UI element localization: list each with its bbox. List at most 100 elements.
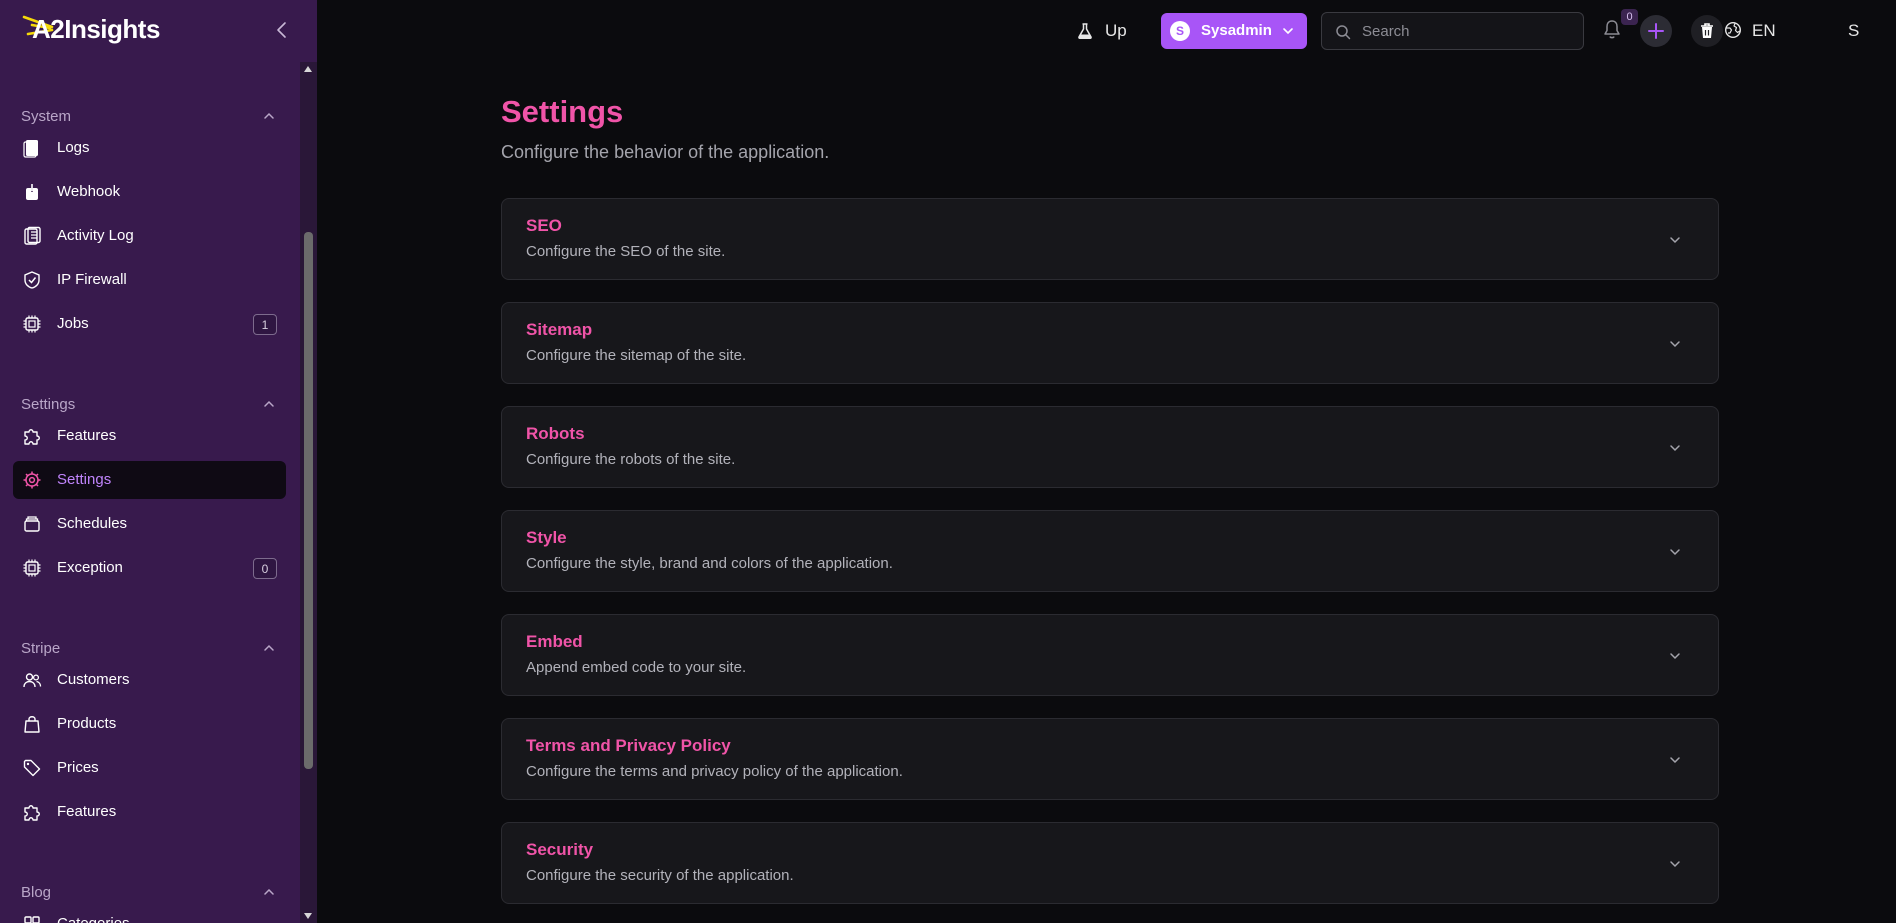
count-badge: 0	[253, 558, 277, 579]
sidebar-item-features[interactable]: Features	[13, 417, 286, 455]
sidebar-item-label: Categories	[57, 915, 130, 923]
group-label: System	[21, 107, 72, 125]
chevron-down-icon	[1670, 237, 1680, 244]
settings-section-embed[interactable]: Embed Append embed code to your site.	[501, 614, 1719, 696]
flask-icon	[1078, 23, 1092, 40]
sidebar-item-label: Logs	[57, 139, 90, 156]
plus-icon	[1648, 23, 1664, 39]
sidebar-item-label: Jobs	[57, 315, 89, 332]
settings-section-terms-privacy[interactable]: Terms and Privacy Policy Configure the t…	[501, 718, 1719, 800]
sidebar-item-label: Schedules	[57, 515, 128, 532]
sidebar-item-activity-log[interactable]: Activity Log	[13, 217, 286, 255]
settings-section-robots[interactable]: Robots Configure the robots of the site.	[501, 406, 1719, 488]
section-title: SEO	[526, 216, 562, 235]
chevron-down-icon	[1670, 549, 1680, 556]
sidebar-scrollbar[interactable]	[300, 62, 317, 923]
up-button[interactable]: Up	[1076, 0, 1127, 62]
group-header-stripe[interactable]: Stripe	[21, 636, 276, 660]
profile-avatar[interactable]: S	[1848, 21, 1859, 41]
sidebar-item-customers[interactable]: Customers	[13, 661, 286, 699]
grid-icon	[24, 916, 40, 923]
sidebar-item-label: Prices	[57, 759, 99, 776]
section-description: Configure the security of the applicatio…	[526, 867, 794, 884]
section-description: Configure the SEO of the site.	[526, 243, 726, 260]
shield-check-icon	[24, 271, 40, 289]
sidebar-item-categories[interactable]: Categories	[13, 905, 286, 923]
sidebar-item-exception[interactable]: Exception 0	[13, 549, 286, 587]
group-header-settings[interactable]: Settings	[21, 392, 276, 416]
bell-icon[interactable]	[1602, 19, 1622, 41]
sidebar-item-label: Settings	[57, 471, 112, 488]
notification-count-badge: 0	[1621, 9, 1638, 25]
cpu-chip-icon	[23, 559, 41, 577]
sidebar-item-label: Features	[57, 803, 117, 820]
search-box[interactable]	[1321, 12, 1584, 50]
puzzle-icon	[24, 429, 40, 445]
sidebar-item-webhook[interactable]: Webhook	[13, 173, 286, 211]
section-description: Configure the style, brand and colors of…	[526, 555, 893, 572]
section-title: Embed	[526, 632, 583, 651]
puzzle-icon	[24, 805, 40, 821]
chevron-down-icon	[1670, 341, 1680, 348]
group-header-system[interactable]: System	[21, 104, 276, 128]
sidebar-item-products[interactable]: Products	[13, 705, 286, 743]
sidebar-item-label: Customers	[57, 671, 130, 688]
section-description: Configure the robots of the site.	[526, 451, 736, 468]
chevron-up-icon	[264, 888, 274, 895]
chevron-up-icon	[264, 644, 274, 651]
sidebar-item-ip-firewall[interactable]: IP Firewall	[13, 261, 286, 299]
chevron-down-icon	[1670, 445, 1680, 452]
section-title: Security	[526, 840, 594, 859]
scroll-down-icon[interactable]	[304, 913, 312, 919]
group-label: Blog	[21, 883, 52, 901]
group-label: Settings	[21, 395, 76, 413]
sidebar-item-logs[interactable]: Logs	[13, 129, 286, 167]
section-title: Sitemap	[526, 320, 593, 339]
sidebar-item-stripe-features[interactable]: Features	[13, 793, 286, 831]
brand: A2Insights	[0, 0, 317, 60]
sidebar: A2Insights System Logs Webhook Activity …	[0, 0, 317, 923]
chevron-down-icon	[1670, 653, 1680, 660]
tag-icon	[23, 759, 41, 777]
add-button[interactable]	[1640, 15, 1672, 47]
sidebar-item-label: Activity Log	[57, 227, 134, 244]
webhook-icon	[26, 183, 38, 200]
search-input[interactable]	[1362, 21, 1572, 41]
section-description: Append embed code to your site.	[526, 659, 747, 676]
page-title: Settings	[501, 94, 624, 129]
scrollbar-thumb[interactable]	[304, 232, 313, 769]
brand-name: A2Insights	[32, 14, 160, 44]
sidebar-item-label: Webhook	[57, 183, 121, 200]
sidebar-nav: System Logs Webhook Activity Log IP Fire…	[0, 62, 300, 923]
search-icon	[1336, 25, 1351, 40]
chevron-down-icon	[1670, 861, 1680, 868]
sidebar-item-label: Exception	[57, 559, 123, 576]
scroll-up-icon[interactable]	[304, 66, 312, 72]
chevron-up-icon	[264, 112, 274, 119]
sidebar-item-jobs[interactable]: Jobs 1	[13, 305, 286, 343]
section-title: Terms and Privacy Policy	[526, 736, 731, 755]
group-header-blog[interactable]: Blog	[21, 880, 276, 904]
language-label: EN	[1752, 21, 1776, 40]
user-menu-button[interactable]: S Sysadmin	[1161, 13, 1307, 49]
clipboard-list-icon	[24, 226, 41, 245]
settings-section-seo[interactable]: SEO Configure the SEO of the site.	[501, 198, 1719, 280]
sidebar-item-label: IP Firewall	[57, 271, 127, 288]
trash-button[interactable]	[1691, 15, 1723, 47]
settings-section-security[interactable]: Security Configure the security of the a…	[501, 822, 1719, 904]
up-label: Up	[1105, 21, 1127, 40]
sidebar-item-settings[interactable]: Settings	[13, 461, 286, 499]
sidebar-item-schedules[interactable]: Schedules	[13, 505, 286, 543]
shopping-bag-icon	[24, 716, 40, 733]
section-title: Robots	[526, 424, 585, 443]
settings-section-style[interactable]: Style Configure the style, brand and col…	[501, 510, 1719, 592]
chevron-down-icon	[1283, 28, 1293, 35]
page-subtitle: Configure the behavior of the applicatio…	[501, 142, 830, 162]
sidebar-item-prices[interactable]: Prices	[13, 749, 286, 787]
collapse-sidebar-icon[interactable]	[272, 20, 292, 40]
sidebar-item-label: Features	[57, 427, 117, 444]
document-icon	[23, 140, 38, 158]
user-avatar: S	[1170, 21, 1190, 41]
cpu-chip-icon	[23, 315, 41, 333]
settings-section-sitemap[interactable]: Sitemap Configure the sitemap of the sit…	[501, 302, 1719, 384]
